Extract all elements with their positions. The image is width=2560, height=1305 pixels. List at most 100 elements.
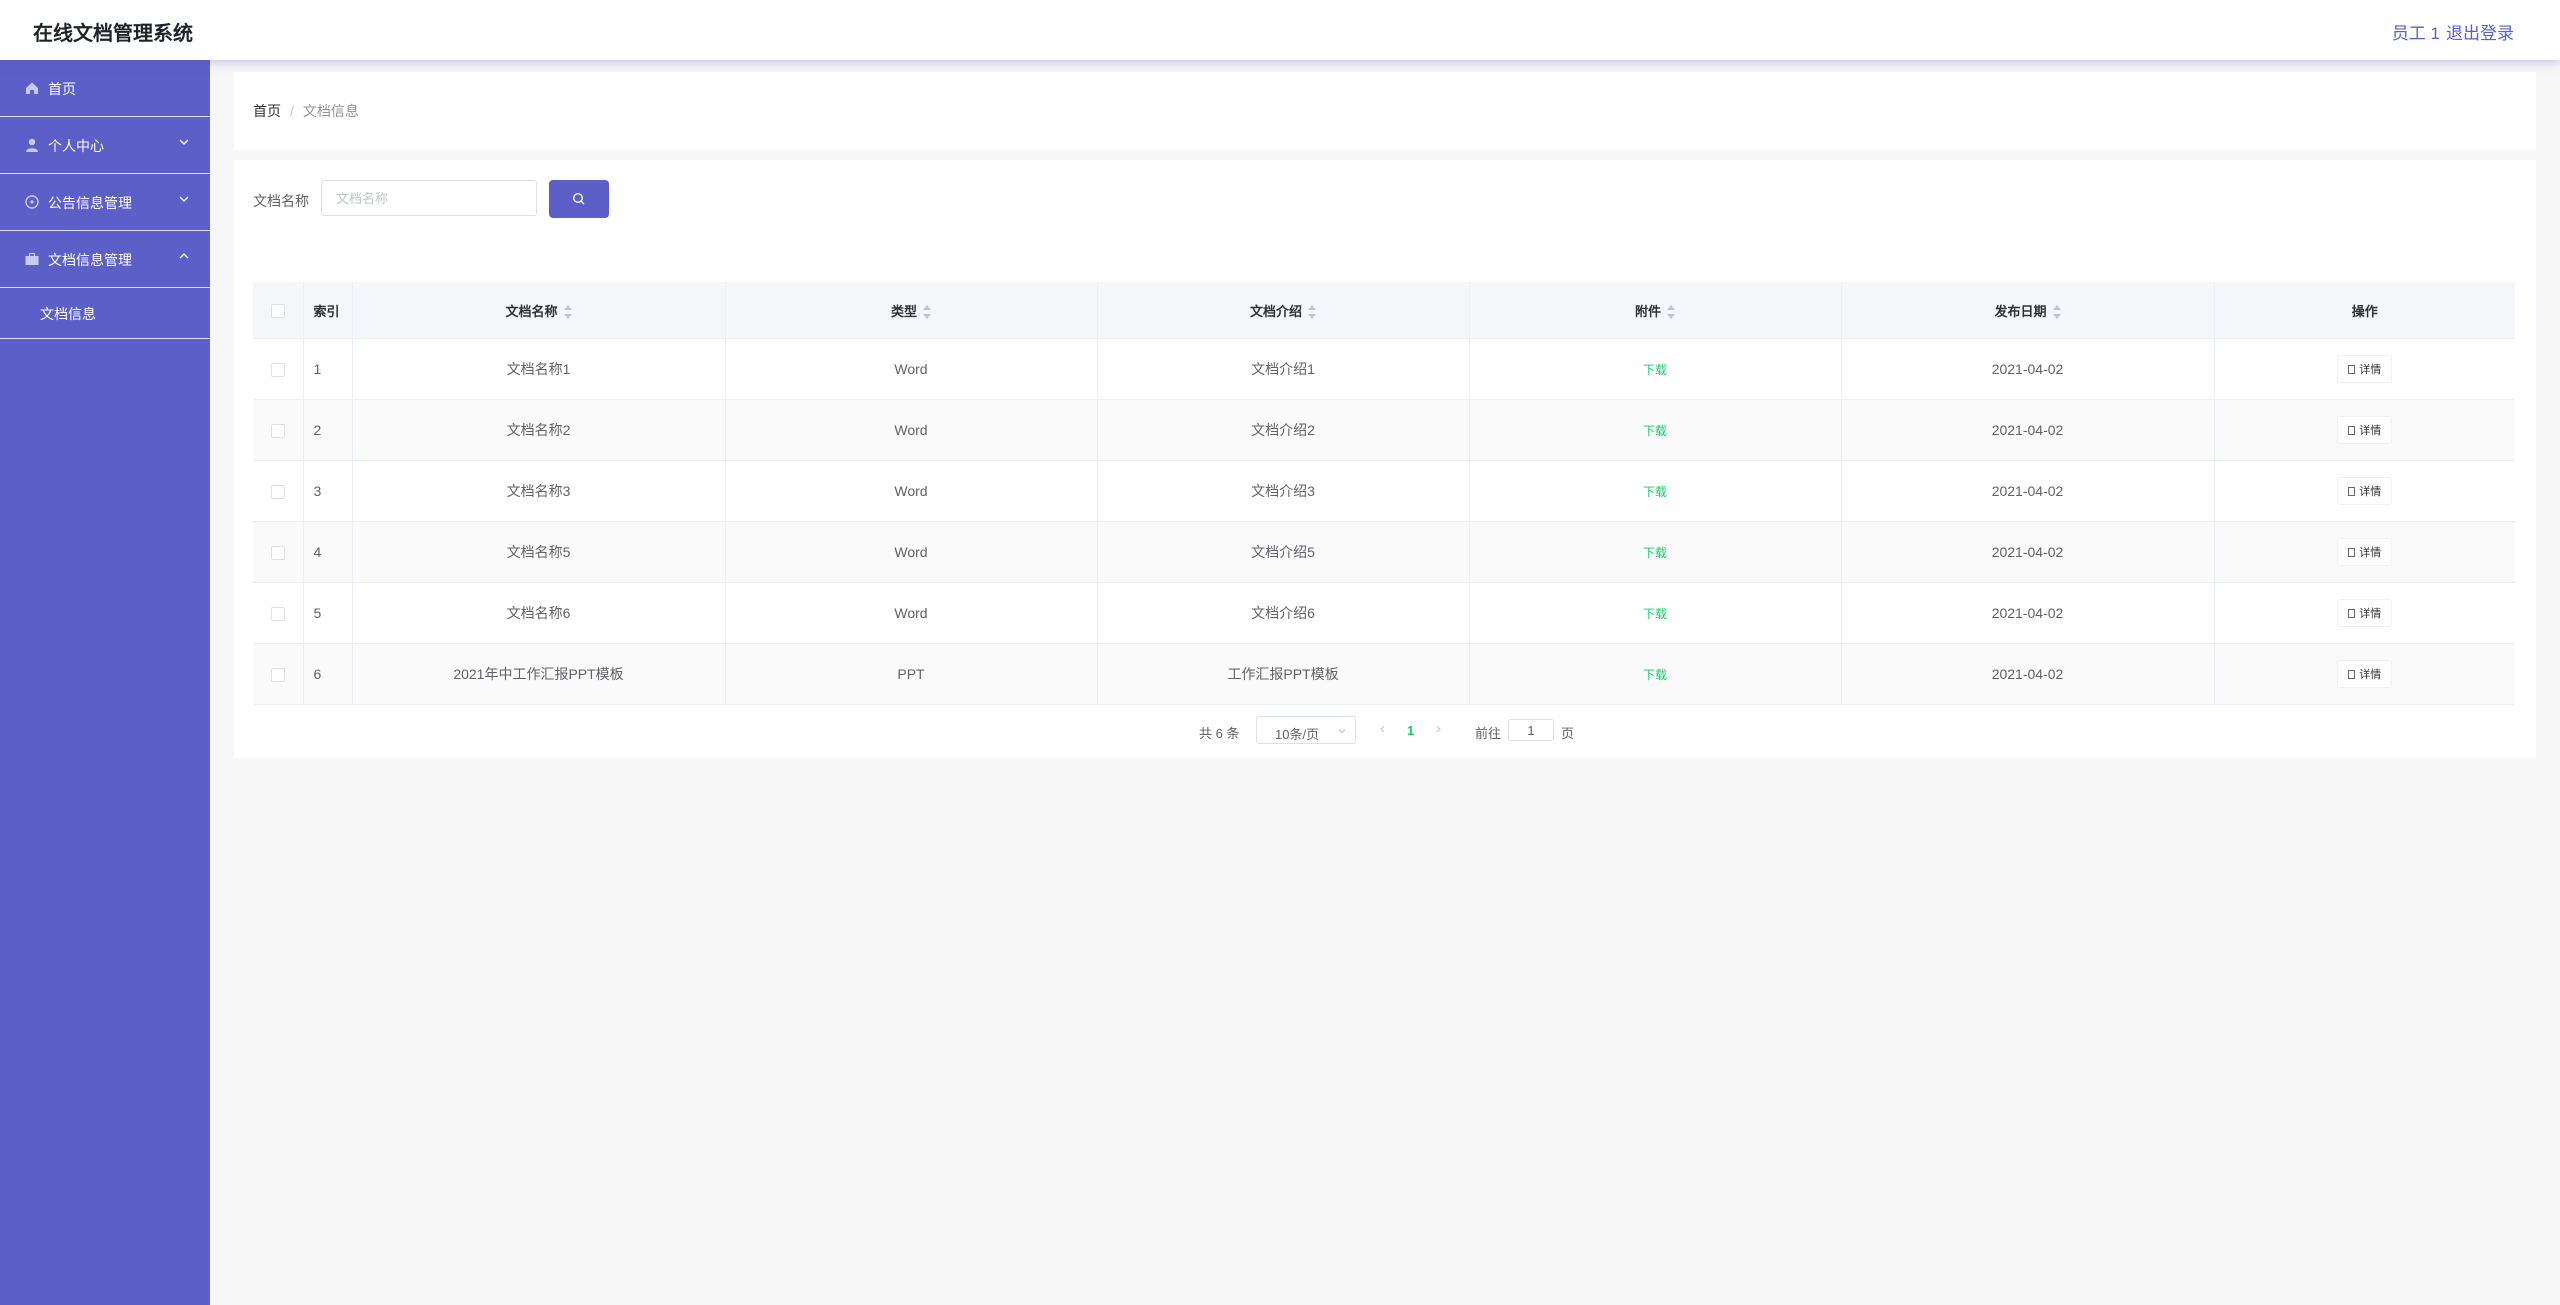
row-checkbox[interactable] [270,668,285,683]
sidebar-subitem-document-info[interactable]: 文档信息 [0,288,210,339]
detail-button[interactable]: 详情 [2337,355,2393,383]
prev-page-button[interactable]: ‹ [1380,720,1385,737]
column-header-date[interactable]: 发布日期 [1841,282,2215,339]
sidebar-item-personal-center[interactable]: 个人中心 [0,117,210,174]
row-checkbox[interactable] [270,485,285,500]
sort-icon[interactable] [2052,305,2061,320]
main-content-card: 文档名称 索引 文档名称 类型 文档介绍 附件 发布日期 操作 1 [234,160,2536,758]
row-select-cell [253,643,304,705]
cell-action: 详情 [2214,643,2515,705]
detail-button[interactable]: 详情 [2337,599,2393,627]
sort-icon[interactable] [1308,305,1316,320]
cell-date: 2021-04-02 [1841,582,2215,644]
document-icon [2348,487,2356,496]
row-checkbox[interactable] [270,363,285,378]
chevron-down-icon [179,196,189,202]
cell-date: 2021-04-02 [1841,460,2215,522]
table-row: 1 文档名称1 Word 文档介绍1 下载 2021-04-02 详情 [253,338,2515,400]
table-row: 2 文档名称2 Word 文档介绍2 下载 2021-04-02 详情 [253,399,2515,461]
search-button[interactable] [549,180,609,218]
select-all-cell [253,282,304,339]
cell-attachment: 下载 [1469,521,1842,583]
page-suffix-label: 页 [1561,726,1575,741]
sort-icon[interactable] [1667,305,1675,320]
breadcrumb-separator: / [290,103,294,119]
sort-icon[interactable] [563,305,572,320]
goto-page-input[interactable] [1508,719,1554,741]
search-icon [572,192,585,205]
breadcrumb-card: 首页 / 文档信息 [234,72,2536,150]
row-checkbox[interactable] [270,424,285,439]
detail-button[interactable]: 详情 [2337,660,2393,688]
cell-attachment: 下载 [1469,643,1842,705]
cell-name: 2021年中工作汇报PPT模板 [352,643,726,705]
document-icon [2348,426,2356,435]
column-header-name[interactable]: 文档名称 [352,282,726,339]
cell-action: 详情 [2214,399,2515,461]
notice-icon [25,195,39,209]
cell-date: 2021-04-02 [1841,643,2215,705]
cell-intro: 文档介绍5 [1097,521,1470,583]
cell-type: Word [725,521,1098,583]
breadcrumb-current: 文档信息 [302,103,359,119]
column-header-label: 文档名称 [505,303,558,319]
table-row: 6 2021年中工作汇报PPT模板 PPT 工作汇报PPT模板 下载 2021-… [253,643,2515,705]
row-checkbox[interactable] [270,546,285,561]
sidebar-subitem-label: 文档信息 [40,306,96,322]
cell-date: 2021-04-02 [1841,399,2215,461]
next-page-button[interactable]: › [1436,720,1441,737]
cell-attachment: 下载 [1469,338,1842,400]
sidebar-item-label: 个人中心 [48,138,104,154]
cell-action: 详情 [2214,582,2515,644]
page-size-select[interactable]: 10条/页 [1256,716,1356,744]
cell-type: PPT [725,643,1098,705]
table-row: 4 文档名称5 Word 文档介绍5 下载 2021-04-02 详情 [253,521,2515,583]
cell-action: 详情 [2214,338,2515,400]
cell-intro: 文档介绍1 [1097,338,1470,400]
cell-name: 文档名称5 [352,521,726,583]
chevron-down-icon [1338,729,1346,734]
column-header-index: 索引 [303,282,353,339]
detail-button[interactable]: 详情 [2337,477,2393,505]
detail-button[interactable]: 详情 [2337,538,2393,566]
sidebar-item-document-management[interactable]: 文档信息管理 [0,231,210,288]
sidebar-item-home[interactable]: 首页 [0,60,210,117]
download-link[interactable]: 下载 [1643,607,1667,621]
row-checkbox[interactable] [270,607,285,622]
cell-name: 文档名称3 [352,460,726,522]
cell-index: 1 [303,338,353,400]
sort-icon[interactable] [923,305,931,320]
search-input[interactable] [321,180,537,216]
breadcrumb-home[interactable]: 首页 [253,103,281,119]
row-select-cell [253,582,304,644]
cell-attachment: 下载 [1469,399,1842,461]
cell-index: 2 [303,399,353,461]
briefcase-icon [25,252,39,265]
logout-link[interactable]: 退出登录 [2446,19,2514,44]
sidebar-item-label: 首页 [48,81,76,97]
sidebar-item-notice-management[interactable]: 公告信息管理 [0,174,210,231]
breadcrumb: 首页 / 文档信息 [253,101,359,121]
cell-index: 5 [303,582,353,644]
column-header-intro[interactable]: 文档介绍 [1097,282,1470,339]
cell-intro: 工作汇报PPT模板 [1097,643,1470,705]
cell-name: 文档名称6 [352,582,726,644]
download-link[interactable]: 下载 [1643,363,1667,377]
column-header-attachment[interactable]: 附件 [1469,282,1842,339]
download-link[interactable]: 下载 [1643,424,1667,438]
column-header-label: 文档介绍 [1249,303,1302,319]
detail-button[interactable]: 详情 [2337,416,2393,444]
page-number-current[interactable]: 1 [1407,723,1414,738]
download-link[interactable]: 下载 [1643,668,1667,682]
home-icon [26,82,38,94]
cell-index: 6 [303,643,353,705]
download-link[interactable]: 下载 [1643,546,1667,560]
cell-intro: 文档介绍3 [1097,460,1470,522]
cell-date: 2021-04-02 [1841,338,2215,400]
pagination-total: 共 6 条 [1199,726,1240,741]
document-icon [2348,609,2356,618]
select-all-checkbox[interactable] [270,303,285,318]
column-header-type[interactable]: 类型 [725,282,1098,339]
cell-attachment: 下载 [1469,460,1842,522]
download-link[interactable]: 下载 [1643,485,1667,499]
